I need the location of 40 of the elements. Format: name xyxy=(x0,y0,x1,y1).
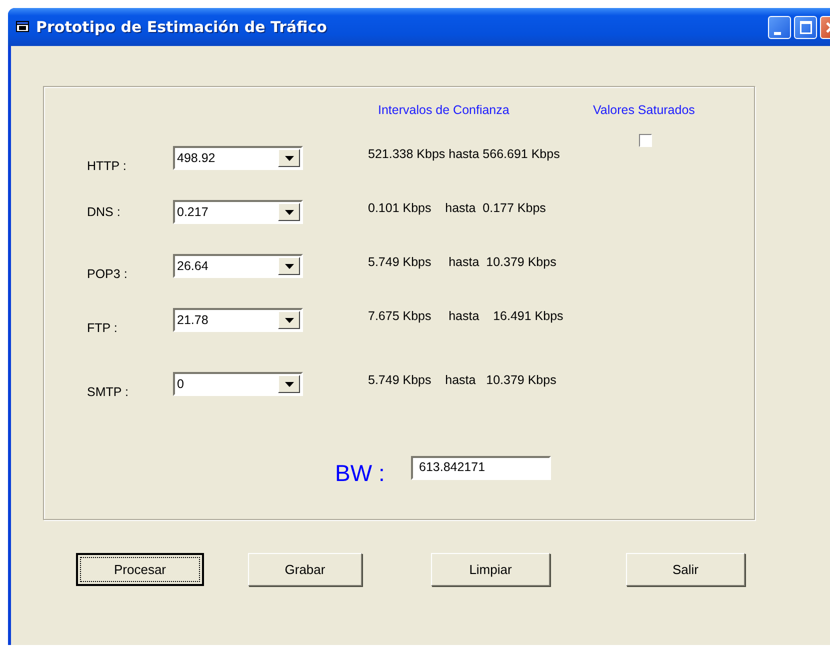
dropdown-button[interactable] xyxy=(278,149,300,167)
field-label: DNS : xyxy=(87,205,122,219)
caret-icon xyxy=(284,156,294,160)
dropdown-button[interactable] xyxy=(278,203,300,221)
maximize-button[interactable] xyxy=(794,16,817,38)
minimize-icon xyxy=(774,32,780,34)
bw-label: BW : xyxy=(335,460,386,487)
action-button[interactable]: Salir xyxy=(626,553,745,586)
maximize-icon xyxy=(800,20,812,34)
action-button[interactable]: Limpiar xyxy=(431,553,550,586)
column-header: Valores Saturados xyxy=(593,103,695,117)
caret-icon xyxy=(284,264,294,268)
value-combobox[interactable]: 498.92 xyxy=(173,146,303,170)
field-label: POP3 : xyxy=(87,267,128,281)
action-button[interactable]: Grabar xyxy=(248,553,362,586)
interval-text: 0.101 Kbps hasta 0.177 Kbps xyxy=(368,201,547,215)
field-label: FTP : xyxy=(87,321,118,335)
value-combobox[interactable]: 21.78 xyxy=(173,308,303,332)
caret-icon xyxy=(284,318,294,322)
value-combobox[interactable]: 26.64 xyxy=(173,254,303,278)
dropdown-button[interactable] xyxy=(278,375,300,393)
value-combobox[interactable]: 0.217 xyxy=(173,200,303,224)
action-button[interactable]: Procesar xyxy=(76,553,204,586)
saturated-checkbox[interactable] xyxy=(639,134,652,147)
caret-icon xyxy=(284,210,294,214)
interval-text: 5.749 Kbps hasta 10.379 Kbps xyxy=(368,255,558,269)
field-label: HTTP : xyxy=(87,159,128,173)
value-combobox[interactable]: 0 xyxy=(173,372,303,396)
bw-field[interactable]: 613.842171 xyxy=(411,456,551,480)
interval-text: 5.749 Kbps hasta 10.379 Kbps xyxy=(368,373,558,387)
column-header: Intervalos de Confianza xyxy=(378,103,510,117)
field-label: SMTP : xyxy=(87,385,130,399)
caret-icon xyxy=(284,382,294,386)
minimize-button[interactable] xyxy=(768,16,791,38)
window-title: Prototipo de Estimación de Tráfico xyxy=(36,18,327,36)
interval-text: 7.675 Kbps hasta 16.491 Kbps xyxy=(368,309,564,323)
dropdown-button[interactable] xyxy=(278,257,300,275)
window-icon xyxy=(16,21,30,33)
dropdown-button[interactable] xyxy=(278,311,300,329)
interval-text: 521.338 Kbps hasta 566.691 Kbps xyxy=(368,147,561,161)
